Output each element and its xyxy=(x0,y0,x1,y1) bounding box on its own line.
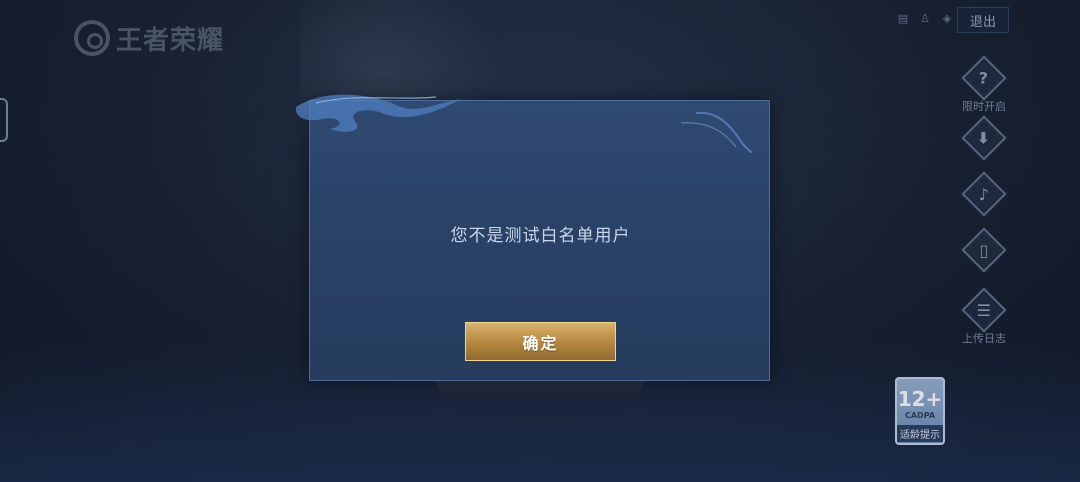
clipboard-icon: ☰ xyxy=(961,287,1007,333)
age-rating-number: 12+ xyxy=(897,387,943,411)
top-icon-group: ▤ ♙ ◈ xyxy=(896,12,954,26)
age-rating-badge[interactable]: 12+ CADPA 适龄提示 xyxy=(895,377,945,445)
limited-open-button[interactable]: ? 限时开启 xyxy=(961,55,1007,114)
sound-icon: ♪ xyxy=(961,171,1007,217)
download-button[interactable]: ⬇ xyxy=(961,115,1007,161)
game-logo: 王者荣耀 xyxy=(74,18,224,58)
phone-icon: ▯ xyxy=(961,227,1007,273)
footer-legal-text xyxy=(150,448,930,474)
logo-mark-icon xyxy=(74,20,110,56)
help-icon: ? xyxy=(961,55,1007,101)
person-icon[interactable]: ♙ xyxy=(918,12,932,26)
exit-button[interactable]: 退出 xyxy=(957,7,1009,33)
sound-button[interactable]: ♪ xyxy=(961,171,1007,217)
confirm-button[interactable]: 确定 xyxy=(465,322,616,361)
age-rating-org: CADPA xyxy=(904,411,936,420)
upload-log-button[interactable]: ☰ 上传日志 xyxy=(961,287,1007,346)
dialog-message: 您不是测试白名单用户 xyxy=(450,226,631,246)
shield-icon[interactable]: ◈ xyxy=(940,12,954,26)
document-icon[interactable]: ▤ xyxy=(896,12,910,26)
age-rating-tip: 适龄提示 xyxy=(897,425,943,442)
dialog-cloud-ornament xyxy=(295,94,753,153)
download-icon: ⬇ xyxy=(961,115,1007,161)
logo-text: 王者荣耀 xyxy=(116,25,225,56)
side-tab-handle[interactable] xyxy=(0,98,8,142)
device-button[interactable]: ▯ xyxy=(961,227,1007,273)
whitelist-dialog: 您不是测试白名单用户 确定 xyxy=(295,94,770,381)
